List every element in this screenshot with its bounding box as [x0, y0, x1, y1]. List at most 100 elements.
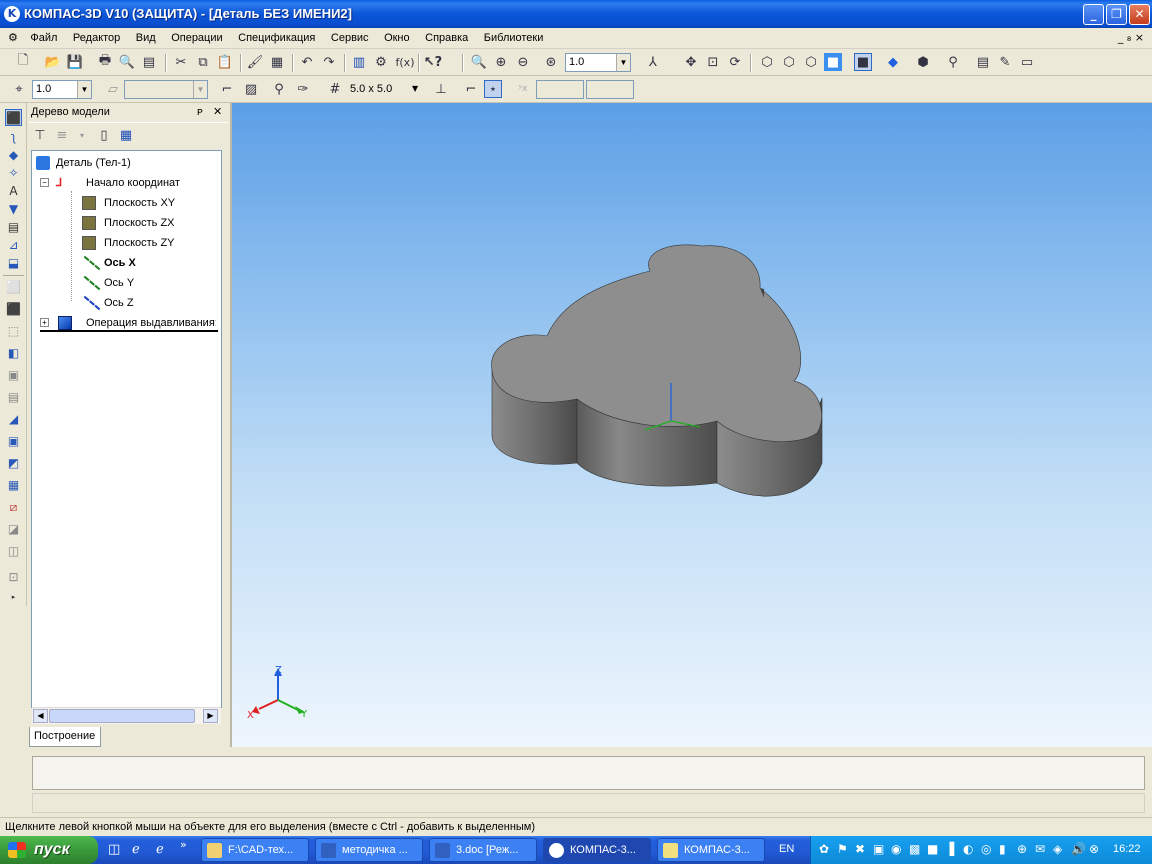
parametric-mode-icon[interactable]: ⋆ — [484, 80, 502, 98]
orientation-icon[interactable]: ⅄ — [644, 53, 662, 71]
measure-diag-icon[interactable]: ⊿ — [5, 237, 22, 254]
tray-icon[interactable]: ◉ — [891, 842, 901, 856]
ie-icon[interactable]: ℯ — [156, 842, 164, 857]
tray-icon[interactable]: ◈ — [1053, 842, 1062, 856]
extrude-op-icon[interactable]: ⬜ — [5, 279, 22, 296]
close-button[interactable]: ✕ — [1129, 4, 1150, 25]
copy-icon[interactable]: ⧉ — [194, 53, 212, 71]
kinematic-op-icon[interactable]: ⬚ — [5, 323, 22, 340]
variables-icon[interactable]: ⚙ — [372, 53, 390, 71]
tree-toggle-icon[interactable]: ▤ — [974, 53, 992, 71]
menu-view[interactable]: Вид — [130, 28, 162, 48]
chevron-down-icon[interactable]: ▼ — [412, 84, 418, 93]
fillet-icon[interactable]: ◢ — [5, 411, 22, 428]
tray-icon[interactable]: ▮ — [999, 842, 1006, 856]
cut-icon[interactable]: ✂ — [172, 53, 190, 71]
paste-icon[interactable]: 📋 — [216, 53, 234, 71]
pin-icon[interactable]: ᴘ — [197, 103, 203, 121]
scroll-right-icon[interactable]: ▶ — [203, 709, 218, 723]
tree-structure-icon[interactable]: ≡ — [53, 126, 71, 144]
menu-service[interactable]: Сервис — [325, 28, 375, 48]
browser-icon[interactable]: ℯ — [132, 842, 140, 857]
start-button[interactable]: пуск — [0, 836, 98, 864]
task-folder[interactable]: F:\CAD-тех... — [201, 838, 309, 862]
sheet-metal-icon[interactable]: ⬓ — [5, 255, 22, 272]
shaded-edges-icon[interactable]: ■ — [854, 53, 872, 71]
tray-icon[interactable]: ◐ — [963, 842, 973, 856]
round-icon[interactable]: ⌐ — [462, 80, 480, 98]
menu-file[interactable]: Файл — [24, 28, 63, 48]
minimize-button[interactable]: _ — [1083, 4, 1104, 25]
shaded-icon[interactable]: ■ — [824, 53, 842, 71]
mirror-icon[interactable]: ◪ — [5, 521, 22, 538]
tray-icon[interactable]: ✉ — [1035, 842, 1045, 856]
tray-icon[interactable]: ▐ — [945, 842, 954, 856]
expand-arrow-icon[interactable]: ▸ — [5, 589, 22, 606]
scroll-left-icon[interactable]: ◀ — [33, 709, 48, 723]
tree-order-icon[interactable]: ⊤ — [31, 126, 49, 144]
edit-icon[interactable]: ✎ — [996, 53, 1014, 71]
tree-origin-item[interactable]: − ⅃ Начало координат — [40, 174, 216, 192]
zoom-out-icon[interactable]: ⊖ — [514, 53, 532, 71]
language-indicator[interactable]: EN — [779, 843, 794, 855]
menu-edit[interactable]: Редактор — [67, 28, 126, 48]
select-filter-icon[interactable]: ⬢ — [914, 53, 932, 71]
zoom-all-icon[interactable]: ⊡ — [704, 53, 722, 71]
rotate-icon[interactable]: ⟳ — [726, 53, 744, 71]
rib-icon[interactable]: ◩ — [5, 455, 22, 472]
spatial-curves-icon[interactable]: ʅ — [5, 129, 22, 146]
clock[interactable]: 16:22 — [1113, 843, 1141, 855]
chevron-down-icon[interactable]: ▼ — [77, 81, 91, 98]
print-icon[interactable]: 🖶 — [96, 53, 114, 71]
measure-icon[interactable]: ⚲ — [944, 53, 962, 71]
collapse-icon[interactable]: − — [40, 178, 49, 187]
volume-icon[interactable]: 🔊 — [1071, 842, 1086, 856]
tray-icon[interactable]: ⚑ — [837, 842, 848, 856]
scale-combo[interactable]: 1.0 ▼ — [32, 80, 92, 99]
tray-icon[interactable]: ✖ — [855, 842, 865, 856]
task-word-1[interactable]: методичка ... — [315, 838, 423, 862]
menu-window[interactable]: Окно — [378, 28, 416, 48]
cut-rotate-icon[interactable]: ▤ — [5, 389, 22, 406]
library-manager-icon[interactable]: ▥ — [350, 53, 368, 71]
task-word-2[interactable]: 3.doc [Реж... — [429, 838, 537, 862]
hidden-lines-icon[interactable]: ⬡ — [780, 53, 798, 71]
save-icon[interactable]: 💾 — [66, 53, 84, 71]
export-tree-icon[interactable]: ▦ — [117, 126, 135, 144]
extruded-part[interactable] — [491, 244, 823, 497]
restore-button[interactable]: ❐ — [1106, 4, 1127, 25]
fx-button[interactable]: f(x) — [394, 53, 416, 71]
thin-lines-icon[interactable]: ⬡ — [802, 53, 820, 71]
tree-hscrollbar[interactable]: ◀ ▶ — [32, 707, 221, 724]
scroll-thumb[interactable] — [49, 709, 195, 723]
zoom-in-icon[interactable]: ⊕ — [492, 53, 510, 71]
edit-part-icon[interactable]: ▨ — [242, 80, 260, 98]
hole-icon[interactable]: ⊡ — [5, 569, 22, 586]
zoom-combo[interactable]: 1.0 ▼ — [565, 53, 631, 72]
tray-icon[interactable]: ◎ — [981, 842, 991, 856]
surfaces-icon[interactable]: ◆ — [5, 147, 22, 164]
chamfer-icon[interactable]: ▣ — [5, 433, 22, 450]
document-menu-icon[interactable]: ⚙ — [0, 28, 21, 48]
local-cs-icon[interactable]: ⌖ — [10, 80, 28, 98]
rotate-op-icon[interactable]: ⬛ — [5, 301, 22, 318]
3d-viewport[interactable]: Z X Y — [230, 103, 1152, 747]
tree-extrude-item[interactable]: + Операция выдавливания:1 — [40, 314, 218, 332]
tray-icon[interactable]: ✿ — [819, 842, 829, 856]
properties-icon[interactable]: ▤ — [140, 53, 158, 71]
dimensions-icon[interactable]: A — [5, 183, 22, 200]
grid-icon[interactable]: # — [326, 80, 344, 98]
expand-icon[interactable]: + — [40, 318, 49, 327]
loft-op-icon[interactable]: ◧ — [5, 345, 22, 362]
ortho-icon[interactable]: ⊥ — [432, 80, 450, 98]
task-kompas-active[interactable]: КОМПАС-3... — [543, 838, 651, 862]
menu-operations[interactable]: Операции — [165, 28, 228, 48]
tray-icon[interactable]: ⊗ — [1089, 842, 1099, 856]
snap-off-icon[interactable]: ✑ — [294, 80, 312, 98]
document-window-controls[interactable]: _ ₈ × — [1118, 31, 1144, 44]
filter-icon[interactable]: ▼ — [5, 201, 22, 218]
manager-icon[interactable]: ▦ — [268, 53, 286, 71]
task-kompas-help[interactable]: КОМПАС-3... — [657, 838, 765, 862]
menu-help[interactable]: Справка — [419, 28, 474, 48]
format-brush-icon[interactable]: 🖌 — [246, 53, 264, 71]
